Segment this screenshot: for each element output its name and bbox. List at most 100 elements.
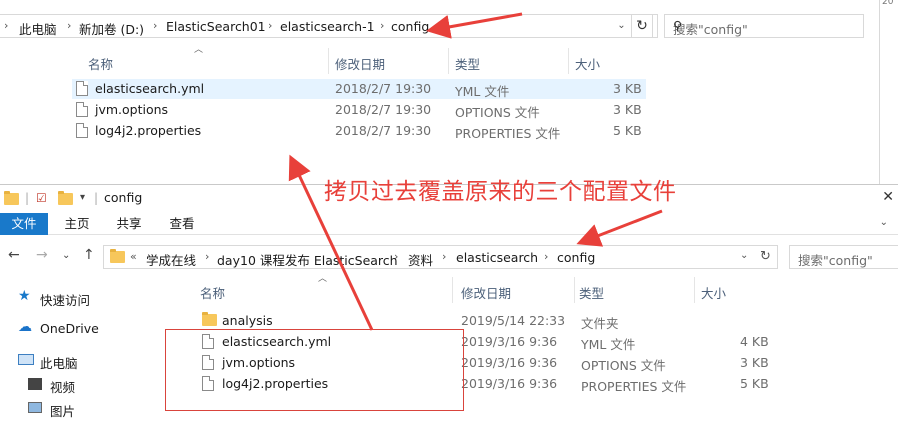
chevron-right-icon: › — [380, 19, 385, 32]
picture-icon — [28, 402, 42, 413]
back-arrow-icon[interactable]: ← — [8, 247, 20, 263]
column-header-name[interactable]: 名称 — [88, 54, 113, 73]
separator: | — [94, 191, 99, 205]
window-title: config — [104, 190, 143, 205]
file-modified: 2018/2/7 19:30 — [335, 81, 432, 96]
folder-row[interactable]: analysis 2019/5/14 22:33 文件夹 — [198, 311, 778, 331]
ribbon-tabs: 文件 主页 共享 查看 ⌄ — [0, 213, 898, 235]
sidebar-item-label: 快速访问 — [40, 293, 91, 308]
file-type: OPTIONS 文件 — [455, 105, 540, 120]
file-type: OPTIONS 文件 — [581, 358, 666, 373]
breadcrumb-item-current[interactable]: config — [557, 250, 595, 265]
breadcrumb-item-current[interactable]: config — [391, 19, 429, 34]
file-type: YML 文件 — [455, 84, 510, 99]
file-modified: 2018/2/7 19:30 — [335, 123, 432, 138]
file-icon — [76, 123, 88, 138]
file-type: 文件夹 — [581, 316, 619, 331]
tab-share[interactable]: 共享 — [108, 213, 150, 235]
address-bar[interactable]: › 此电脑 › 新加卷 (D:) › ElasticSearch01 › ela… — [0, 14, 658, 38]
file-row[interactable]: jvm.options 2018/2/7 19:30 OPTIONS 文件 3 … — [72, 100, 646, 120]
column-header-type[interactable]: 类型 — [455, 54, 480, 73]
breadcrumb-item[interactable]: day10 课程发布 ElasticSearch — [217, 250, 398, 269]
column-header-modified[interactable]: 修改日期 — [461, 283, 511, 302]
video-icon — [28, 378, 42, 390]
separator: | — [25, 191, 30, 205]
folder-icon — [202, 312, 217, 326]
search-input[interactable]: 搜索"config" ⚲ — [664, 14, 864, 38]
column-header-row: 名称 修改日期 类型 大小 — [56, 48, 646, 74]
quick-access-dropdown-icon[interactable]: ▾ — [80, 192, 85, 203]
column-header-modified[interactable]: 修改日期 — [335, 54, 385, 73]
breadcrumb-item[interactable]: elasticsearch-1 — [280, 19, 375, 34]
search-icon: ⚲ — [673, 18, 683, 33]
column-header-size[interactable]: 大小 — [575, 54, 600, 73]
file-size: 3 KB — [613, 81, 642, 96]
column-header-row: 名称 修改日期 类型 大小 — [190, 277, 780, 303]
chevron-right-icon: › — [394, 250, 399, 263]
file-size: 3 KB — [740, 355, 769, 370]
chevron-down-icon[interactable]: ⌄ — [740, 250, 748, 261]
chevron-right-icon: › — [544, 250, 549, 263]
chevron-right-icon: › — [4, 19, 9, 32]
breadcrumb-item[interactable]: elasticsearch — [456, 250, 538, 265]
explorer-window-top: › 此电脑 › 新加卷 (D:) › ElasticSearch01 › ela… — [0, 0, 893, 185]
breadcrumb-item[interactable]: ElasticSearch01 — [166, 19, 266, 34]
chevron-right-icon: › — [268, 19, 273, 32]
file-size: 5 KB — [613, 123, 642, 138]
file-modified: 2019/3/16 9:36 — [461, 355, 558, 370]
column-header-type[interactable]: 类型 — [579, 283, 604, 302]
breadcrumb-overflow[interactable]: « — [130, 250, 137, 263]
file-type: PROPERTIES 文件 — [581, 379, 687, 394]
file-size: 5 KB — [740, 376, 769, 391]
file-modified: 2019/3/16 9:36 — [461, 334, 558, 349]
file-name: elasticsearch.yml — [95, 81, 205, 96]
tab-home[interactable]: 主页 — [56, 213, 98, 235]
refresh-icon[interactable]: ↻ — [760, 249, 771, 264]
cloud-icon: ☁ — [18, 319, 32, 335]
chevron-down-icon[interactable]: ⌄ — [880, 217, 888, 228]
file-row[interactable]: elasticsearch.yml 2018/2/7 19:30 YML 文件 … — [72, 79, 646, 99]
folder-icon — [110, 249, 125, 263]
folder-icon — [4, 191, 19, 205]
tab-file[interactable]: 文件 — [0, 213, 48, 235]
properties-icon[interactable]: ☑ — [36, 191, 47, 205]
address-bar[interactable]: « 学成在线 › day10 课程发布 ElasticSearch › 资料 ›… — [103, 245, 778, 269]
sidebar-item-label: 此电脑 — [40, 356, 78, 371]
chevron-right-icon: › — [442, 250, 447, 263]
star-icon: ★ — [18, 288, 31, 304]
refresh-button[interactable]: ↻ — [631, 14, 653, 38]
file-name: analysis — [222, 313, 273, 328]
sidebar-item-label: 视频 — [50, 380, 76, 395]
sidebar-item-label: 图片 — [50, 404, 76, 419]
file-size: 3 KB — [613, 102, 642, 117]
file-type: YML 文件 — [581, 337, 636, 352]
file-modified: 2019/5/14 22:33 — [461, 313, 566, 328]
file-modified: 2019/3/16 9:36 — [461, 376, 558, 391]
new-folder-icon[interactable] — [58, 191, 73, 205]
file-type: PROPERTIES 文件 — [455, 126, 561, 141]
address-dropdown-button[interactable]: ⌄ — [612, 14, 632, 38]
file-row[interactable]: log4j2.properties 2018/2/7 19:30 PROPERT… — [72, 121, 646, 141]
breadcrumb-item[interactable]: 资料 — [408, 250, 433, 269]
close-icon[interactable]: ✕ — [882, 189, 894, 205]
sidebar-item-label: OneDrive — [40, 321, 99, 336]
file-size: 4 KB — [740, 334, 769, 349]
chevron-right-icon: › — [153, 19, 158, 32]
annotation-text: 拷贝过去覆盖原来的三个配置文件 — [324, 179, 677, 205]
up-arrow-icon[interactable]: ↑ — [83, 247, 95, 263]
breadcrumb-item[interactable]: 此电脑 — [19, 19, 57, 38]
computer-icon — [18, 354, 34, 365]
column-header-name[interactable]: 名称 — [200, 283, 225, 302]
file-name: log4j2.properties — [95, 123, 202, 138]
recent-dropdown-icon[interactable]: ⌄ — [62, 250, 70, 261]
chevron-right-icon: › — [205, 250, 210, 263]
file-icon — [76, 81, 88, 96]
column-header-size[interactable]: 大小 — [701, 283, 726, 302]
breadcrumb-item[interactable]: 新加卷 (D:) — [79, 19, 144, 38]
corner-text: 20 — [882, 0, 894, 7]
tab-view[interactable]: 查看 — [161, 213, 203, 235]
breadcrumb-item[interactable]: 学成在线 — [146, 250, 196, 269]
forward-arrow-icon[interactable]: → — [36, 247, 48, 263]
search-input[interactable]: 搜索"config" — [789, 245, 898, 269]
file-icon — [76, 102, 88, 117]
